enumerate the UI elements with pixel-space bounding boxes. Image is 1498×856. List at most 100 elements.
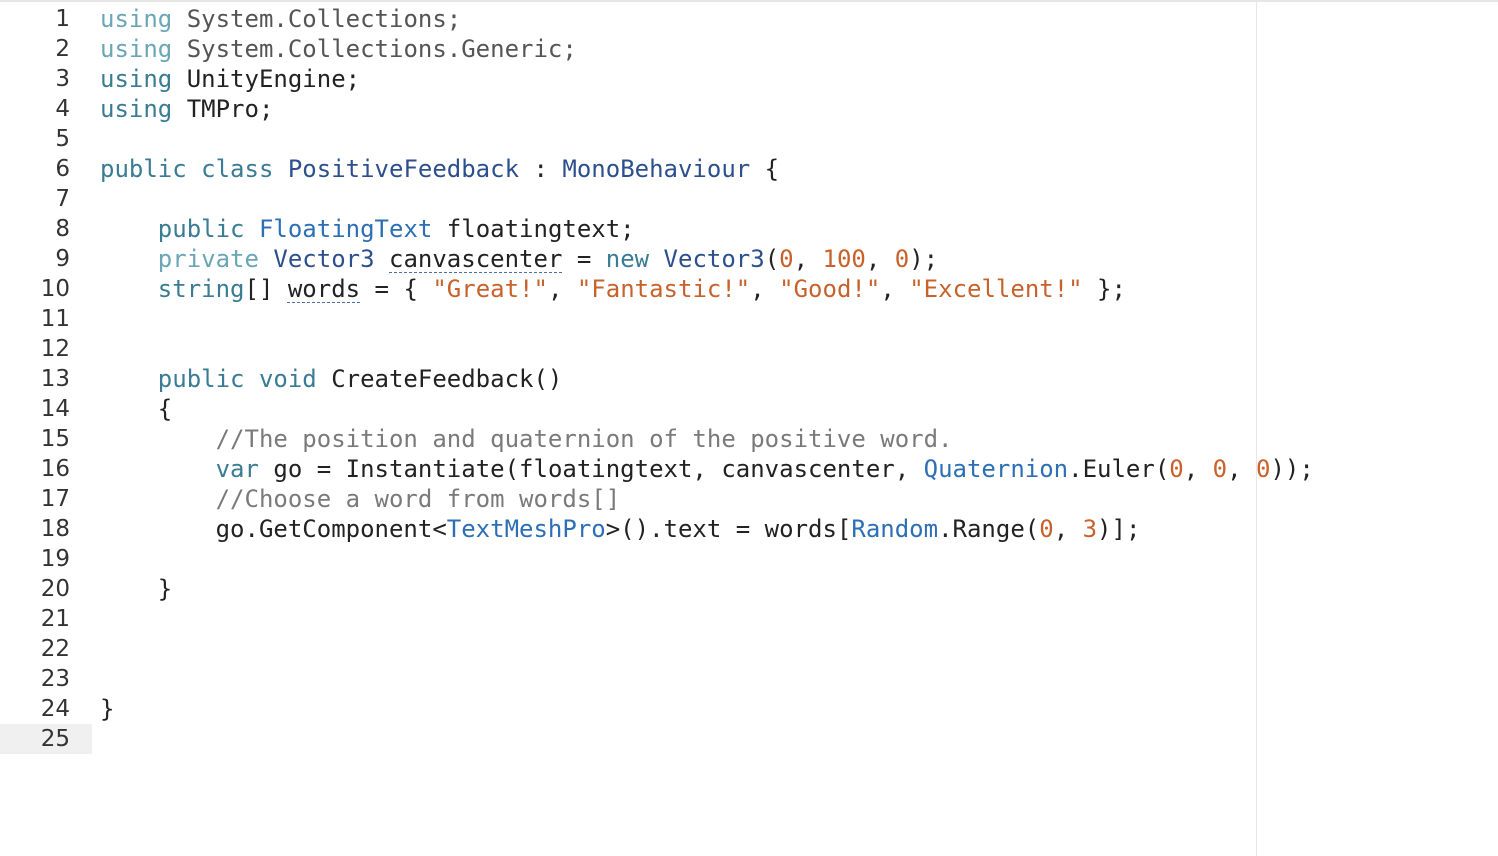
- code-token: TMPro;: [172, 95, 274, 123]
- code-line[interactable]: 9 private Vector3 canvascenter = new Vec…: [0, 244, 1256, 274]
- code-line[interactable]: 22: [0, 634, 1256, 664]
- code-token: 0: [1256, 455, 1271, 483]
- code-line[interactable]: 21: [0, 604, 1256, 634]
- code-line[interactable]: 7: [0, 184, 1256, 214]
- code-text[interactable]: public class PositiveFeedback : MonoBeha…: [100, 154, 779, 184]
- code-token: private: [157, 245, 274, 273]
- line-number: 19: [40, 546, 70, 572]
- code-line[interactable]: 3 using UnityEngine;: [0, 64, 1256, 94]
- code-token: :: [519, 155, 563, 183]
- line-number: 14: [40, 396, 70, 422]
- line-number: 7: [55, 186, 70, 212]
- code-line[interactable]: 1 using System.Collections;: [0, 4, 1256, 34]
- code-token: public void: [157, 365, 332, 393]
- code-token: Vector3: [273, 245, 375, 273]
- line-number: 3: [55, 66, 70, 92]
- code-line[interactable]: 13 public void CreateFeedback(): [0, 364, 1256, 394]
- code-text[interactable]: string[] words = { "Great!", "Fantastic!…: [100, 274, 1126, 304]
- line-number: 20: [40, 576, 70, 602]
- code-text[interactable]: public void CreateFeedback(): [100, 364, 563, 394]
- code-line[interactable]: 15 //The position and quaternion of the …: [0, 424, 1256, 454]
- code-token: 3: [1082, 515, 1098, 543]
- code-token: 0: [779, 245, 794, 273]
- code-token: using: [100, 35, 173, 63]
- code-text[interactable]: }: [100, 574, 172, 604]
- code-token: .Range(: [938, 515, 1040, 543]
- code-line[interactable]: 8 public FloatingText floatingtext;: [0, 214, 1256, 244]
- code-token: System.Collections;: [172, 5, 462, 33]
- code-token: Quaternion: [923, 455, 1069, 483]
- line-number: 5: [55, 126, 70, 152]
- code-token: floatingtext;: [432, 215, 635, 243]
- line-number: 25: [40, 726, 70, 752]
- code-line[interactable]: 2 using System.Collections.Generic;: [0, 34, 1256, 64]
- line-number: 10: [40, 276, 70, 302]
- code-text[interactable]: using TMPro;: [100, 94, 273, 124]
- line-number: 17: [40, 486, 70, 512]
- code-token: 0: [1169, 455, 1184, 483]
- line-number: 15: [40, 426, 70, 452]
- code-token: "Excellent!": [909, 275, 1083, 303]
- code-token: TextMeshPro: [446, 515, 606, 543]
- code-text[interactable]: go.GetComponent<TextMeshPro>().text = wo…: [100, 514, 1141, 544]
- code-text[interactable]: using System.Collections;: [100, 4, 461, 34]
- code-line[interactable]: 5: [0, 124, 1256, 154]
- code-line[interactable]: 17 //Choose a word from words[]: [0, 484, 1256, 514]
- code-token: MonoBehaviour: [562, 155, 751, 183]
- code-line[interactable]: 12: [0, 334, 1256, 364]
- warning-underlined-token: words: [287, 275, 361, 303]
- code-line[interactable]: 11: [0, 304, 1256, 334]
- code-token: PositiveFeedback: [287, 155, 520, 183]
- code-text[interactable]: //Choose a word from words[]: [100, 484, 621, 514]
- code-line[interactable]: 6 public class PositiveFeedback : MonoBeh…: [0, 154, 1256, 184]
- code-line[interactable]: 25: [0, 724, 1256, 754]
- code-text[interactable]: {: [100, 394, 172, 424]
- code-token: );: [909, 245, 939, 273]
- line-number: 16: [40, 456, 70, 482]
- code-token: new: [605, 245, 664, 273]
- code-line[interactable]: 18 go.GetComponent<TextMeshPro>().text =…: [0, 514, 1256, 544]
- line-number: 12: [40, 336, 70, 362]
- code-line[interactable]: 16 var go = Instantiate(floatingtext, ca…: [0, 454, 1314, 484]
- code-line[interactable]: 10 string[] words = { "Great!", "Fantast…: [0, 274, 1256, 304]
- code-token: )];: [1097, 515, 1141, 543]
- code-line[interactable]: 19: [0, 544, 1256, 574]
- code-text[interactable]: using UnityEngine;: [100, 64, 360, 94]
- code-token: using: [100, 5, 173, 33]
- code-token: ,: [1183, 455, 1213, 483]
- code-token: {: [750, 155, 780, 183]
- code-token: ,: [865, 245, 895, 273]
- code-line[interactable]: 4 using TMPro;: [0, 94, 1256, 124]
- code-text[interactable]: //The position and quaternion of the pos…: [100, 424, 953, 454]
- line-number: 11: [40, 306, 70, 332]
- code-token: ,: [1227, 455, 1256, 483]
- code-editor[interactable]: 1 using System.Collections; 2 using System.…: [0, 0, 1498, 856]
- code-line[interactable]: 14 {: [0, 394, 1256, 424]
- code-token: CreateFeedback(): [331, 365, 563, 393]
- code-token: ,: [793, 245, 823, 273]
- code-token: 0: [894, 245, 910, 273]
- code-line[interactable]: 24}: [0, 694, 1256, 724]
- code-token: public: [157, 215, 259, 243]
- code-token: go = Instantiate(floatingtext, canvascen…: [258, 455, 924, 483]
- code-text[interactable]: }: [100, 694, 114, 724]
- code-token: var: [215, 455, 259, 483]
- code-token: {: [100, 395, 173, 423]
- code-token: //Choose a word from words[]: [215, 485, 621, 513]
- line-number: 24: [40, 696, 70, 722]
- code-text[interactable]: var go = Instantiate(floatingtext, canva…: [100, 454, 1314, 484]
- code-text[interactable]: private Vector3 canvascenter = new Vecto…: [100, 244, 938, 274]
- code-token: []: [244, 275, 288, 303]
- code-text[interactable]: using System.Collections.Generic;: [100, 34, 577, 64]
- right-margin-guide: [1256, 2, 1257, 856]
- line-number: 18: [40, 516, 70, 542]
- code-line[interactable]: 20 }: [0, 574, 1256, 604]
- code-line[interactable]: 23: [0, 664, 1256, 694]
- code-text[interactable]: public FloatingText floatingtext;: [100, 214, 635, 244]
